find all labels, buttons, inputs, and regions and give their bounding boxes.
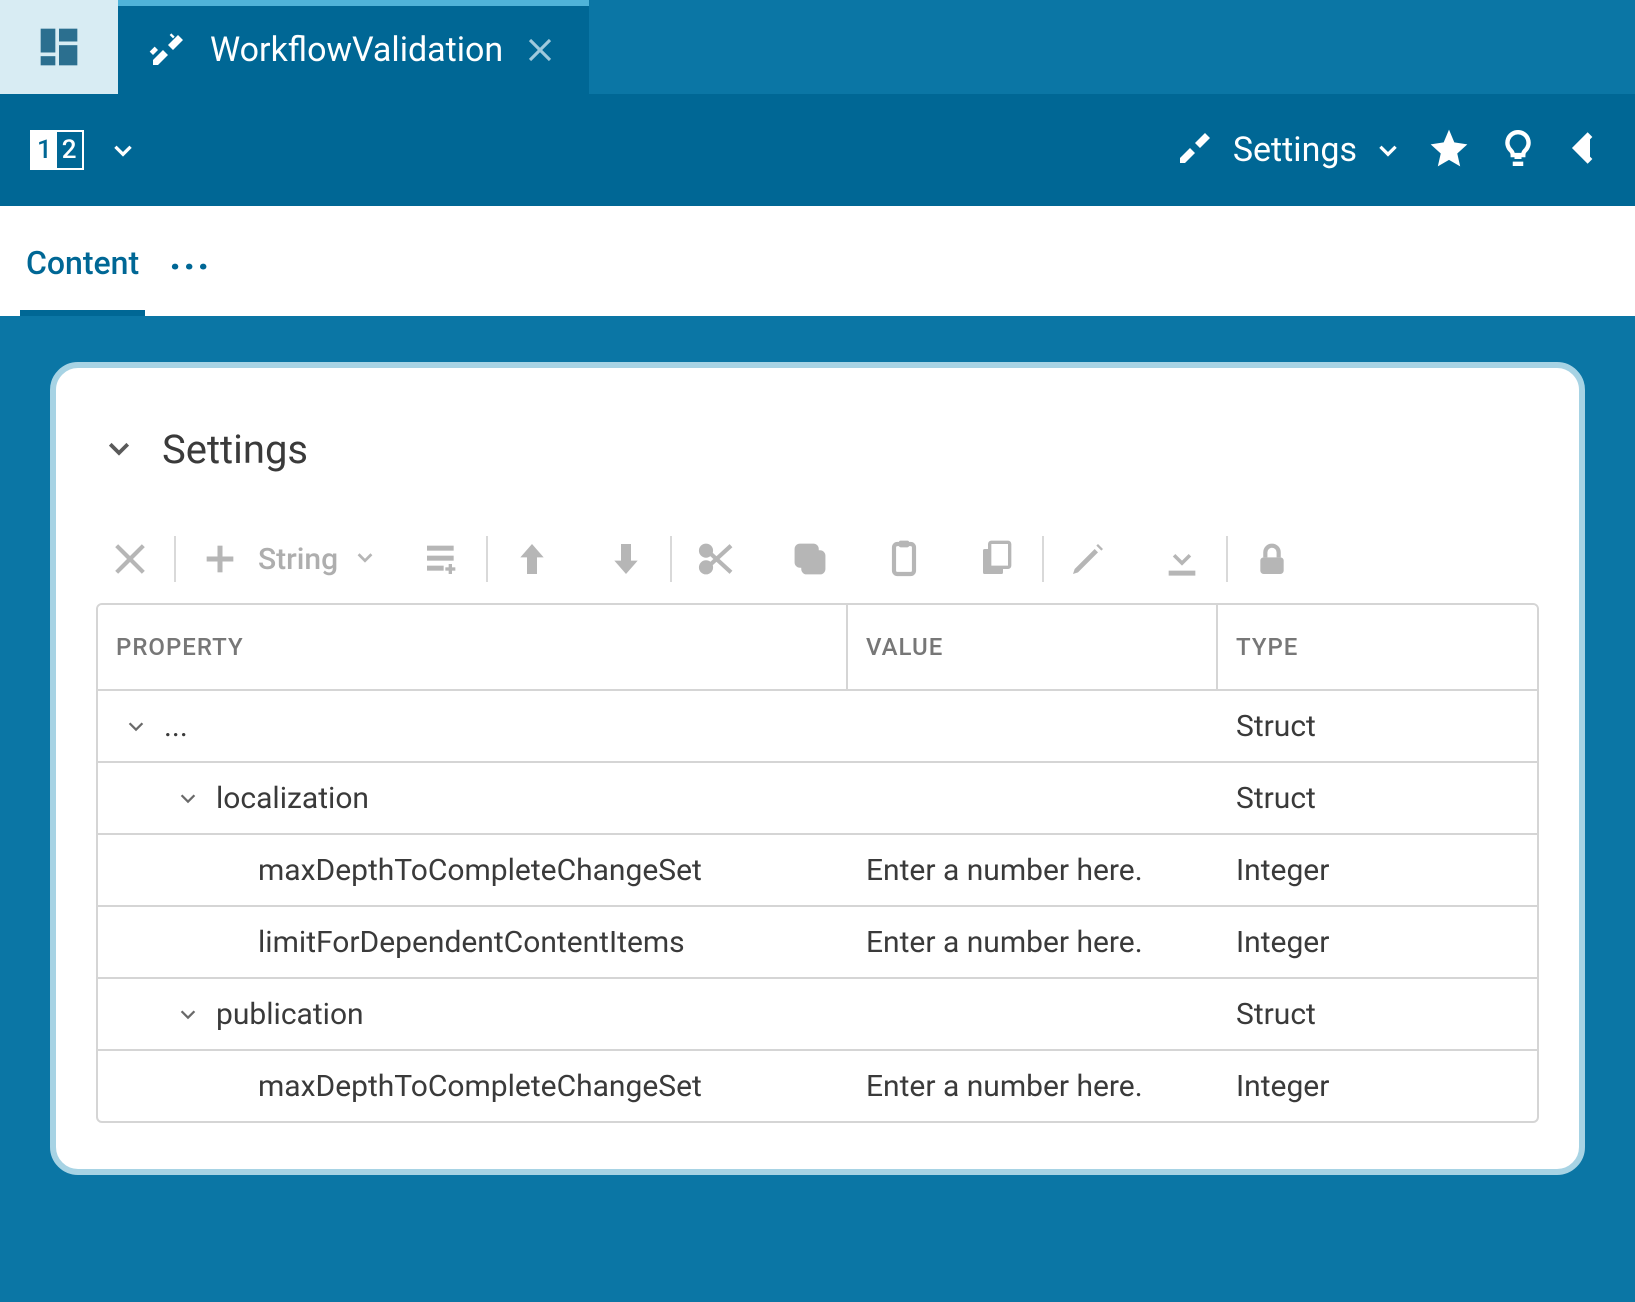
arrow-down-icon <box>606 539 646 579</box>
star-icon <box>1427 126 1471 170</box>
edit-button[interactable] <box>1060 531 1116 587</box>
download-icon <box>1162 539 1202 579</box>
chevron-left-icon <box>1565 128 1605 168</box>
separator <box>174 536 176 582</box>
lightbulb-icon <box>1497 127 1539 169</box>
chevron-down-icon <box>125 715 147 737</box>
pencil-icon <box>1068 539 1108 579</box>
separator <box>1226 536 1228 582</box>
property-type: Struct <box>1236 781 1316 816</box>
separator <box>486 536 488 582</box>
property-type: Integer <box>1236 853 1329 888</box>
table-row[interactable]: limitForDependentContentItems Enter a nu… <box>98 905 1537 977</box>
tab-more[interactable]: ··· <box>169 243 211 316</box>
active-tab[interactable]: WorkflowValidation <box>118 0 589 94</box>
plus-icon <box>200 539 240 579</box>
list-add-button[interactable] <box>414 531 470 587</box>
copy-icon <box>790 539 830 579</box>
duplicate-button[interactable] <box>970 531 1026 587</box>
property-type: Integer <box>1236 1069 1329 1104</box>
separator <box>1042 536 1044 582</box>
close-icon <box>525 35 555 65</box>
move-down-button[interactable] <box>598 531 654 587</box>
property-name: limitForDependentContentItems <box>258 925 685 960</box>
locale-seg-1: 1 <box>32 132 57 168</box>
duplicate-icon <box>978 539 1018 579</box>
add-type-label: String <box>258 542 338 577</box>
collapse-button[interactable] <box>1565 128 1605 172</box>
chevron-down-icon <box>177 787 199 809</box>
dashboard-icon <box>37 25 81 69</box>
property-value[interactable]: Enter a number here. <box>866 1069 1143 1104</box>
paste-icon <box>884 539 924 579</box>
tab-bar: WorkflowValidation <box>0 0 1635 94</box>
move-up-button[interactable] <box>504 531 560 587</box>
tips-button[interactable] <box>1497 127 1539 173</box>
delete-button[interactable] <box>102 531 158 587</box>
property-name: ... <box>164 709 188 744</box>
property-value[interactable]: Enter a number here. <box>866 853 1143 888</box>
locale-dropdown-chevron[interactable] <box>110 137 136 163</box>
property-type: Struct <box>1236 709 1316 744</box>
settings-panel: Settings String <box>50 362 1585 1175</box>
chevron-down-icon <box>354 546 376 568</box>
tools-icon <box>1175 128 1215 172</box>
chevron-down-icon <box>1375 137 1401 163</box>
chevron-down-icon <box>104 433 134 463</box>
property-name: publication <box>216 997 364 1032</box>
column-value[interactable]: VALUE <box>848 605 1218 689</box>
property-name: localization <box>216 781 369 816</box>
expand-toggle[interactable] <box>120 715 152 737</box>
close-tab-button[interactable] <box>525 35 555 65</box>
property-value[interactable]: Enter a number here. <box>866 925 1143 960</box>
tools-icon <box>148 30 188 70</box>
separator <box>670 536 672 582</box>
locale-badge[interactable]: 1 2 <box>30 130 84 170</box>
section-header[interactable]: Settings <box>104 426 1539 473</box>
table-row[interactable]: localization Struct <box>98 761 1537 833</box>
settings-label: Settings <box>1233 130 1357 170</box>
property-type: Struct <box>1236 997 1316 1032</box>
tab-content[interactable]: Content <box>20 222 145 316</box>
chevron-down-icon <box>110 137 136 163</box>
property-type: Integer <box>1236 925 1329 960</box>
arrow-up-icon <box>512 539 552 579</box>
dashboard-tab[interactable] <box>0 0 118 94</box>
properties-table: PROPERTY VALUE TYPE ... Struct localiz <box>96 603 1539 1123</box>
paste-button[interactable] <box>876 531 932 587</box>
top-toolbar: 1 2 Settings <box>0 94 1635 206</box>
expand-toggle[interactable] <box>172 787 204 809</box>
close-icon <box>110 539 150 579</box>
download-button[interactable] <box>1154 531 1210 587</box>
settings-chevron <box>1375 137 1401 163</box>
list-plus-icon <box>422 539 462 579</box>
locale-seg-2: 2 <box>57 132 82 168</box>
lock-button[interactable] <box>1244 531 1300 587</box>
table-row[interactable]: ... Struct <box>98 689 1537 761</box>
struct-toolbar: String <box>102 531 1539 587</box>
copy-button[interactable] <box>782 531 838 587</box>
scissors-icon <box>696 539 736 579</box>
column-property[interactable]: PROPERTY <box>98 605 848 689</box>
table-header: PROPERTY VALUE TYPE <box>98 605 1537 689</box>
chevron-down-icon <box>177 1003 199 1025</box>
add-type-chevron[interactable] <box>354 546 376 572</box>
favorite-button[interactable] <box>1427 126 1471 174</box>
section-title: Settings <box>162 426 308 473</box>
lock-icon <box>1252 539 1292 579</box>
expand-toggle[interactable] <box>172 1003 204 1025</box>
cut-button[interactable] <box>688 531 744 587</box>
body: Settings String <box>0 316 1635 1302</box>
property-name: maxDepthToCompleteChangeSet <box>258 1069 702 1104</box>
table-row[interactable]: publication Struct <box>98 977 1537 1049</box>
table-row[interactable]: maxDepthToCompleteChangeSet Enter a numb… <box>98 833 1537 905</box>
subtab-bar: Content ··· <box>0 206 1635 316</box>
property-name: maxDepthToCompleteChangeSet <box>258 853 702 888</box>
settings-dropdown[interactable]: Settings <box>1175 128 1401 172</box>
add-button[interactable] <box>192 531 248 587</box>
tab-title: WorkflowValidation <box>210 30 503 70</box>
column-type[interactable]: TYPE <box>1218 605 1537 689</box>
table-row[interactable]: maxDepthToCompleteChangeSet Enter a numb… <box>98 1049 1537 1121</box>
